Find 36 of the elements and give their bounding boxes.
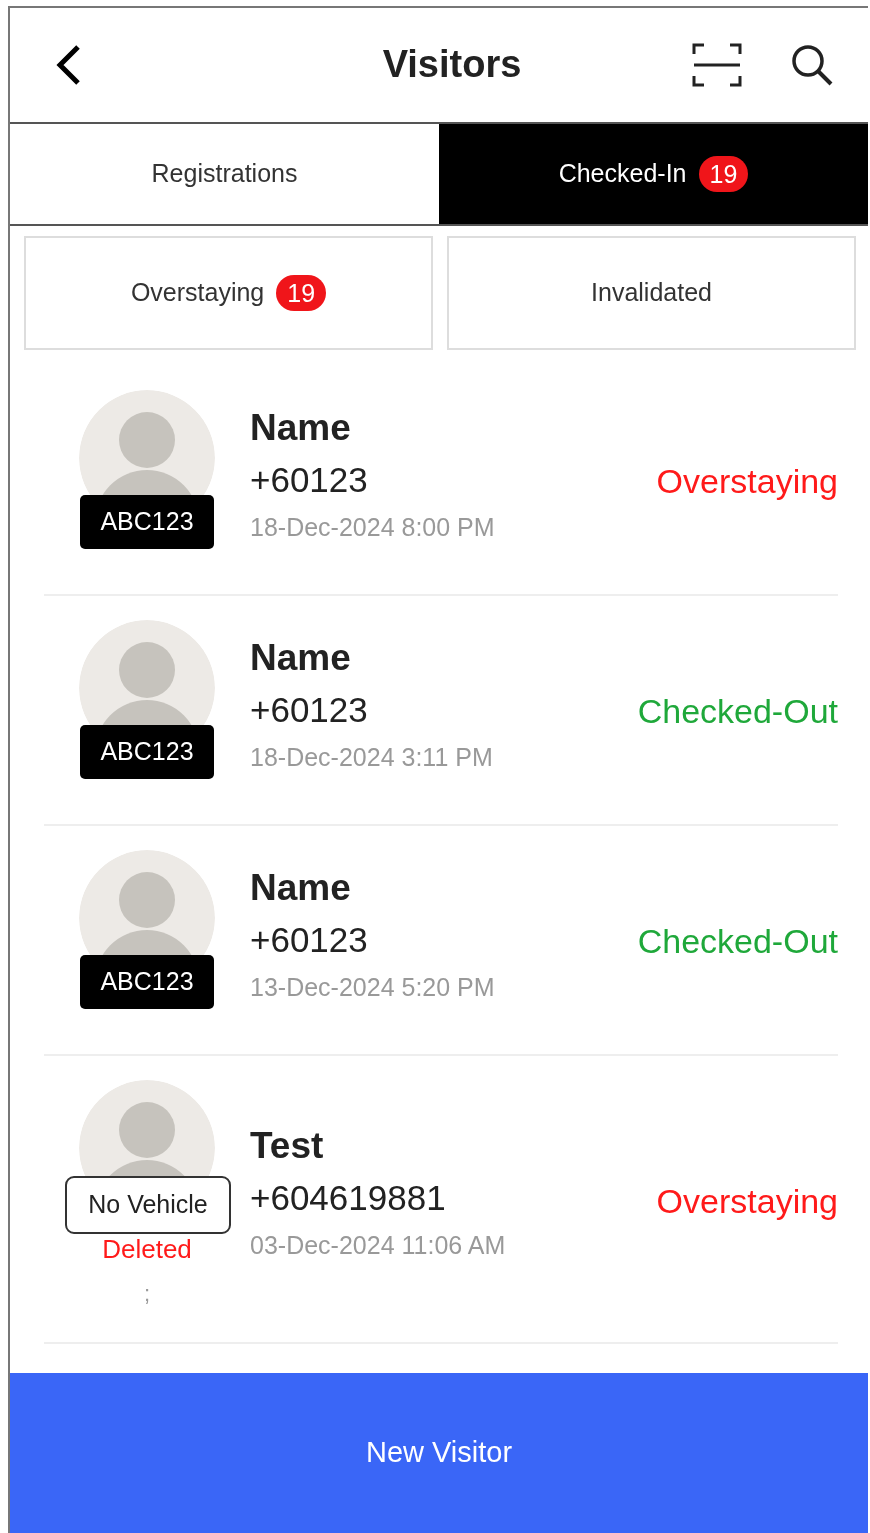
deleted-label: Deleted bbox=[102, 1233, 192, 1266]
count-badge: 19 bbox=[698, 155, 749, 193]
visit-time: 13-Dec-2024 5:20 PM bbox=[250, 972, 496, 1004]
tab-label: Registrations bbox=[151, 158, 298, 190]
filter-label: Overstaying bbox=[130, 277, 265, 309]
tab-label: Checked-In bbox=[558, 158, 687, 190]
plate-tag: ABC123 bbox=[80, 955, 214, 1009]
phone-number: +60123 bbox=[250, 460, 369, 500]
phone-number: +604619881 bbox=[250, 1178, 447, 1218]
visitor-name: Name bbox=[250, 408, 352, 449]
visit-time: 03-Dec-2024 11:06 AM bbox=[250, 1230, 507, 1262]
filter-label: Invalidated bbox=[591, 277, 712, 309]
phone-number: +60123 bbox=[250, 920, 369, 960]
status-label: Checked-Out bbox=[637, 691, 838, 732]
status-label: Overstaying bbox=[656, 1181, 838, 1222]
tab[interactable]: Checked-In 19 bbox=[439, 124, 868, 224]
phone-number: +60123 bbox=[250, 690, 369, 730]
visitor-name: Name bbox=[250, 638, 352, 679]
page-title: Visitors bbox=[381, 42, 523, 88]
filter-button[interactable]: Invalidated bbox=[447, 236, 856, 350]
filter-button[interactable]: Overstaying 19 bbox=[24, 236, 433, 350]
visit-time: 18-Dec-2024 8:00 PM bbox=[250, 512, 496, 544]
status-label: Overstaying bbox=[656, 461, 838, 502]
separator-text: ; bbox=[143, 1280, 151, 1308]
new-visitor-button[interactable]: New Visitor bbox=[10, 1373, 868, 1533]
vehicle-tag: No Vehicle bbox=[65, 1176, 231, 1234]
visitor-name: Name bbox=[250, 868, 352, 909]
visit-time: 18-Dec-2024 3:11 PM bbox=[250, 742, 494, 774]
search-icon[interactable] bbox=[790, 43, 834, 87]
count-badge: 19 bbox=[276, 274, 327, 312]
plate-tag: ABC123 bbox=[80, 495, 214, 549]
scan-icon[interactable] bbox=[692, 42, 742, 88]
status-label: Checked-Out bbox=[637, 921, 838, 962]
back-icon[interactable] bbox=[54, 43, 82, 87]
visitor-name: Test bbox=[250, 1126, 325, 1167]
plate-tag: ABC123 bbox=[80, 725, 214, 779]
